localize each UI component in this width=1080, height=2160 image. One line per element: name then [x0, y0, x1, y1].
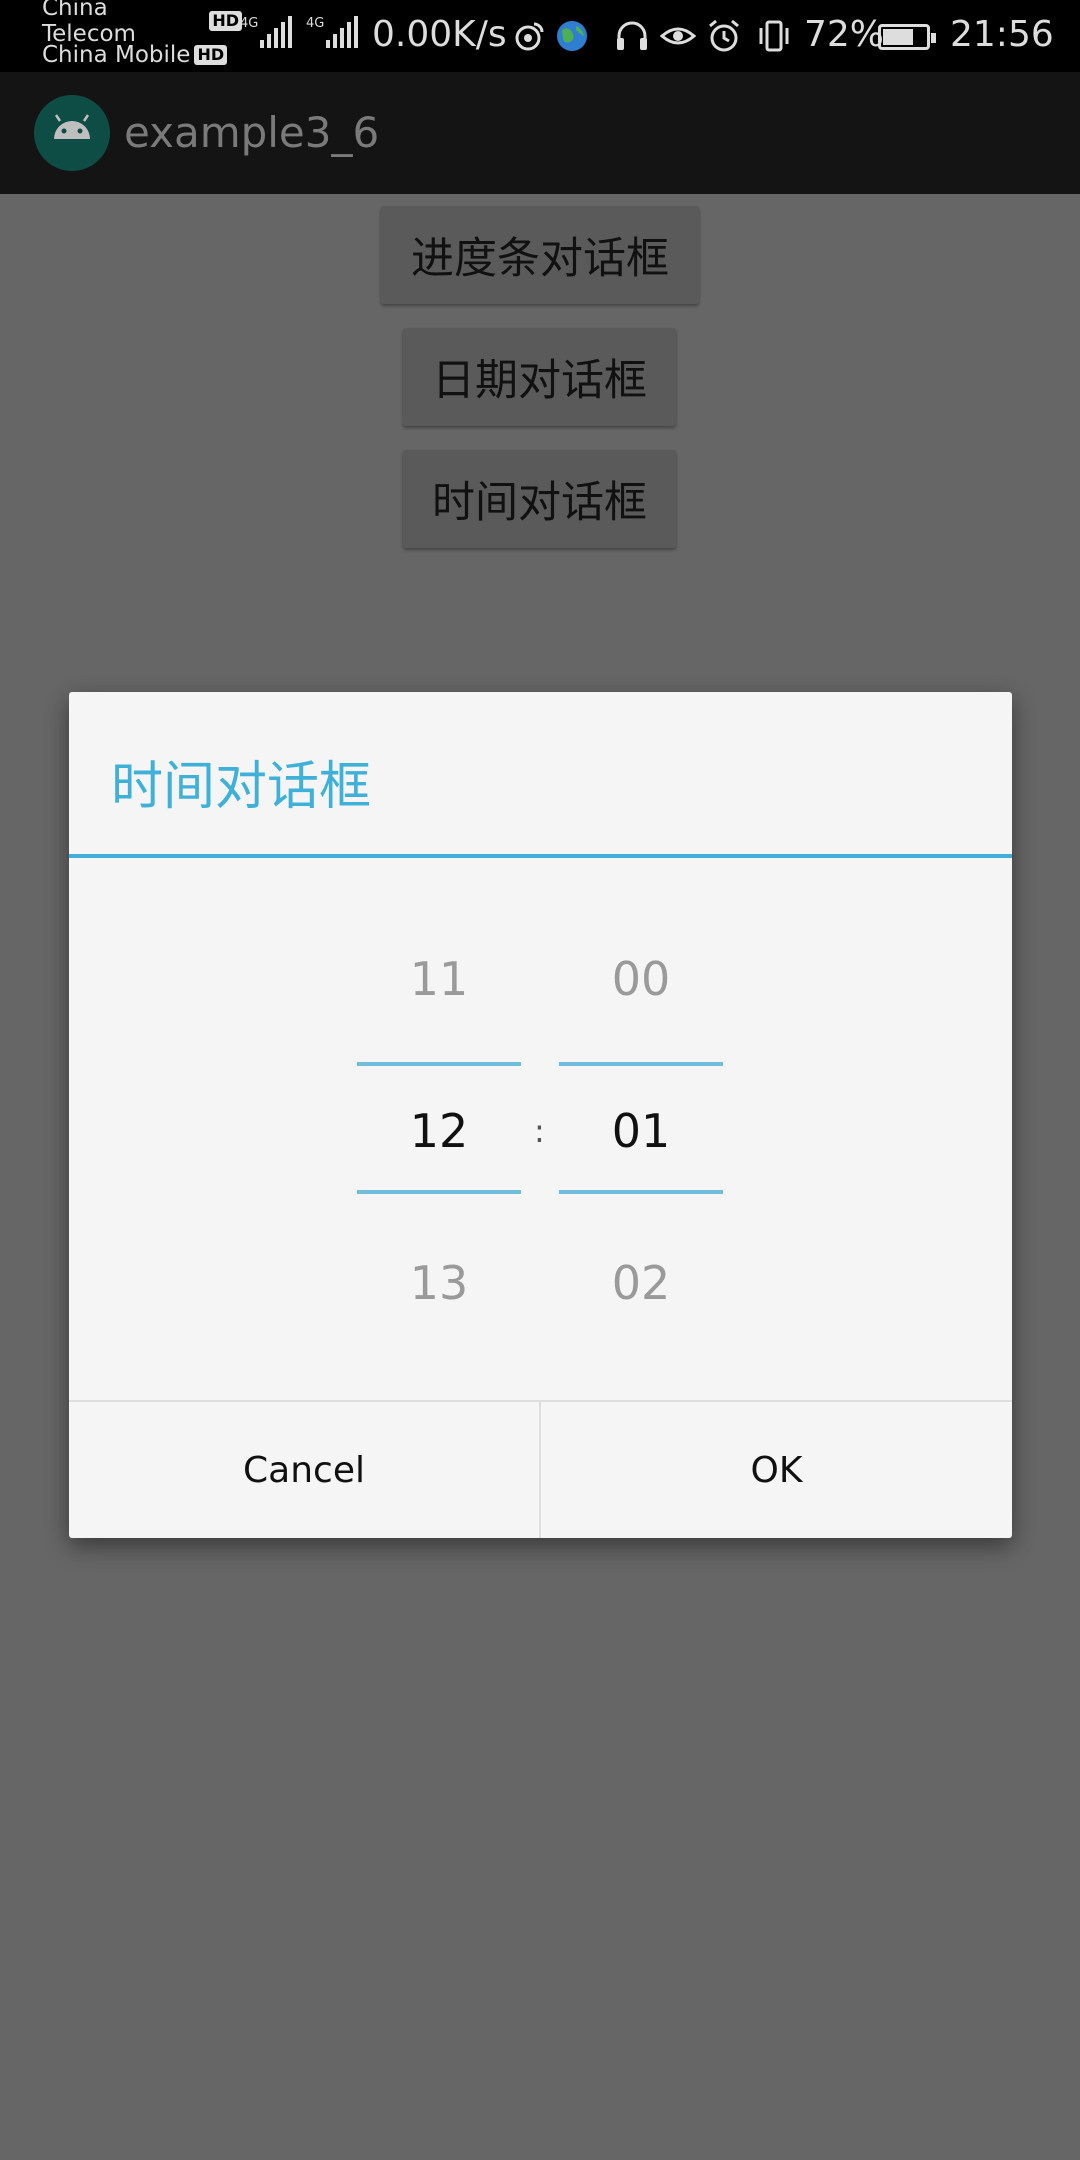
hd-badge: HD	[194, 45, 228, 65]
carrier-info: China Telecom HD China Mobile HD	[42, 0, 242, 72]
time-dialog-button[interactable]: 时间对话框	[403, 450, 676, 548]
carrier-1: China Telecom HD	[42, 0, 242, 47]
title-divider	[69, 854, 1012, 858]
weibo-icon	[515, 22, 544, 51]
hour-selection-line-top	[357, 1062, 521, 1066]
carrier-1-label: China Telecom	[42, 0, 136, 47]
ok-button[interactable]: OK	[541, 1402, 1012, 1538]
hour-prev[interactable]: 11	[357, 952, 521, 1006]
minute-prev[interactable]: 00	[559, 952, 723, 1006]
network-type-label: 4G	[240, 16, 259, 31]
minute-selection-line-top	[559, 1062, 723, 1066]
status-bar: China Telecom HD China Mobile HD 4G 4G 0…	[0, 0, 1080, 72]
battery-percent: 72%	[804, 14, 885, 55]
network-type-label: 4G	[306, 16, 325, 31]
date-dialog-button[interactable]: 日期对话框	[403, 328, 676, 426]
hour-current[interactable]: 12	[357, 1104, 521, 1158]
hour-selection-line-bottom	[357, 1190, 521, 1194]
minute-next[interactable]: 02	[559, 1256, 723, 1310]
time-separator: :	[534, 1112, 545, 1150]
dialog-title: 时间对话框	[111, 757, 372, 817]
vibrate-icon	[759, 20, 789, 52]
eye-icon	[660, 27, 696, 45]
signal-icon: 4G	[306, 16, 359, 48]
app-title: example3_6	[124, 108, 380, 157]
battery-icon	[878, 24, 936, 50]
network-speed: 0.00K/s	[372, 14, 507, 55]
android-icon	[34, 95, 110, 171]
cancel-button[interactable]: Cancel	[69, 1402, 539, 1538]
signal-icon: 4G	[240, 16, 293, 48]
minute-selection-line-bottom	[559, 1190, 723, 1194]
app-bar: example3_6	[0, 72, 1080, 194]
progress-dialog-button[interactable]: 进度条对话框	[381, 206, 699, 304]
hd-badge: HD	[209, 11, 242, 31]
minute-current[interactable]: 01	[559, 1104, 723, 1158]
carrier-2-label: China Mobile	[42, 42, 191, 68]
hour-next[interactable]: 13	[357, 1256, 521, 1310]
alarm-icon	[709, 19, 739, 52]
globe-icon	[557, 21, 587, 51]
headphones-icon	[617, 21, 647, 50]
time-picker-dialog: 时间对话框 11 12 13 : 00 01 02 Cancel OK	[69, 692, 1012, 1538]
status-time: 21:56	[950, 14, 1054, 55]
carrier-2: China Mobile HD	[42, 38, 242, 72]
